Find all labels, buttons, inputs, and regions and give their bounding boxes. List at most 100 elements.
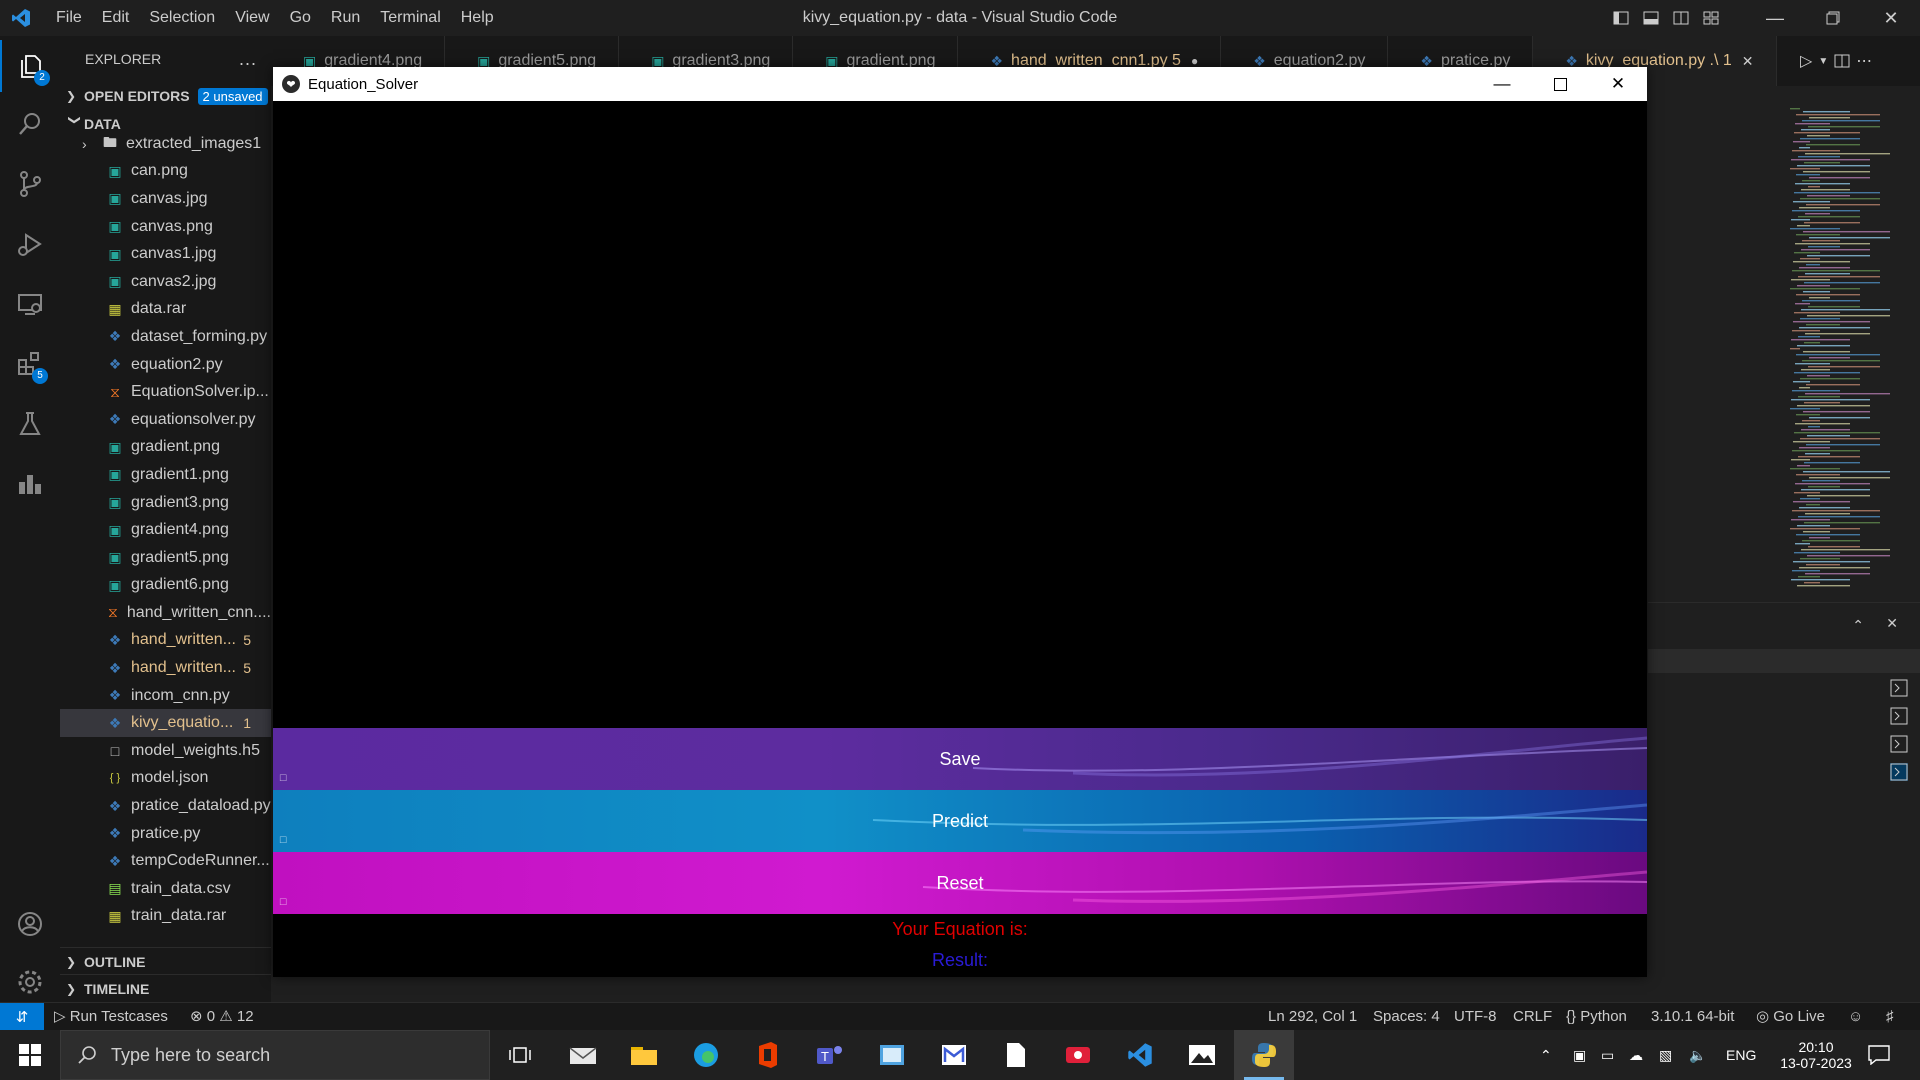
gmail-app-icon[interactable] xyxy=(924,1030,984,1080)
explorer-icon[interactable]: 2 xyxy=(0,40,60,92)
open-editors-section[interactable]: ❯ OPEN EDITORS 2 unsaved xyxy=(60,82,271,110)
python-interpreter[interactable]: 3.10.1 64-bit xyxy=(1651,1003,1734,1030)
file-item[interactable]: ⧖ hand_written_cnn.... xyxy=(60,599,271,627)
menu-item-view[interactable]: View xyxy=(225,0,279,36)
file-item[interactable]: ❖ equation2.py xyxy=(60,351,271,379)
file-item[interactable]: ▣ gradient1.png xyxy=(60,461,271,489)
menu-item-go[interactable]: Go xyxy=(280,0,321,36)
reset-button[interactable]: Reset ☐ xyxy=(273,852,1647,914)
mail-icon[interactable] xyxy=(553,1030,613,1080)
account-icon[interactable] xyxy=(0,898,60,950)
file-item[interactable]: { } model.json xyxy=(60,765,271,793)
search-icon[interactable] xyxy=(0,98,60,150)
tray-app-icon[interactable]: ▣ xyxy=(1573,1030,1586,1080)
terminal-icon[interactable] xyxy=(1890,707,1908,725)
toggle-secondary-sidebar-icon[interactable] xyxy=(1666,0,1696,36)
screen-recorder-icon[interactable] xyxy=(1048,1030,1108,1080)
file-item[interactable]: ▣ gradient5.png xyxy=(60,544,271,572)
feedback-icon[interactable]: ☺ xyxy=(1848,1003,1863,1030)
split-editor-icon[interactable] xyxy=(1834,53,1850,69)
charts-icon[interactable] xyxy=(0,458,60,510)
file-item[interactable]: ▣ gradient4.png xyxy=(60,516,271,544)
source-control-icon[interactable] xyxy=(0,158,60,210)
minimize-icon[interactable]: — xyxy=(1746,0,1804,36)
photos-app-icon[interactable] xyxy=(862,1030,922,1080)
customize-layout-icon[interactable] xyxy=(1696,0,1726,36)
remote-explorer-icon[interactable] xyxy=(0,278,60,330)
cursor-position[interactable]: Ln 292, Col 1 xyxy=(1268,1003,1357,1030)
remote-indicator-icon[interactable]: ⇵ xyxy=(0,1003,44,1030)
run-dropdown-icon[interactable]: ▼ xyxy=(1818,56,1828,67)
menu-item-run[interactable]: Run xyxy=(321,0,370,36)
file-item[interactable]: ❖ pratice.py xyxy=(60,820,271,848)
run-file-icon[interactable]: ▷ xyxy=(1800,51,1812,71)
show-hidden-icons-icon[interactable]: ⌃ xyxy=(1540,1030,1552,1080)
notification-center-icon[interactable] xyxy=(1868,1030,1890,1080)
notifications-bell-icon[interactable]: ♯ xyxy=(1886,1003,1894,1030)
timeline-section[interactable]: ❯ TIMELINE xyxy=(60,974,271,1002)
file-item[interactable]: ⧖ EquationSolver.ip... xyxy=(60,378,271,406)
terminal-icon[interactable] xyxy=(1890,763,1908,781)
end-of-line[interactable]: CRLF xyxy=(1513,1003,1552,1030)
file-explorer-icon[interactable] xyxy=(614,1030,674,1080)
file-item[interactable]: ❖ tempCodeRunner... xyxy=(60,847,271,875)
outline-section[interactable]: ❯ OUTLINE xyxy=(60,947,271,975)
extensions-icon[interactable]: 5 xyxy=(0,338,60,390)
task-view-icon[interactable] xyxy=(490,1030,550,1080)
edge-browser-icon[interactable] xyxy=(676,1030,736,1080)
toggle-sidebar-icon[interactable] xyxy=(1606,0,1636,36)
file-item[interactable]: ▣ canvas.png xyxy=(60,213,271,241)
file-item[interactable]: ▣ canvas2.jpg xyxy=(60,268,271,296)
app-close-icon[interactable]: ✕ xyxy=(1589,67,1647,101)
menu-item-edit[interactable]: Edit xyxy=(92,0,140,36)
file-item[interactable]: ▣ canvas1.jpg xyxy=(60,240,271,268)
file-item[interactable]: ❖ kivy_equatio... 1 xyxy=(60,709,271,738)
file-item[interactable]: ▣ gradient.png xyxy=(60,434,271,462)
settings-gear-icon[interactable] xyxy=(0,956,60,1008)
menu-item-terminal[interactable]: Terminal xyxy=(370,0,450,36)
file-item[interactable]: ❖ hand_written... 5 xyxy=(60,654,271,682)
onedrive-cloud-icon[interactable]: ☁ xyxy=(1629,1030,1643,1080)
file-item[interactable]: ▣ gradient6.png xyxy=(60,572,271,600)
app-minimize-icon[interactable]: — xyxy=(1473,67,1531,101)
display-icon[interactable]: ▭ xyxy=(1601,1030,1614,1080)
testing-icon[interactable] xyxy=(0,398,60,450)
close-icon[interactable]: ✕ xyxy=(1862,0,1920,36)
go-live-item[interactable]: ◎ Go Live xyxy=(1756,1003,1825,1030)
save-button[interactable]: Save ☐ xyxy=(273,728,1647,790)
restore-icon[interactable] xyxy=(1804,0,1862,36)
terminal-icon[interactable] xyxy=(1890,735,1908,753)
file-item[interactable]: › 🖿 extracted_images1 xyxy=(60,130,271,158)
menu-item-selection[interactable]: Selection xyxy=(139,0,225,36)
file-item[interactable]: ▦ train_data.rar xyxy=(60,903,271,931)
toggle-panel-icon[interactable] xyxy=(1636,0,1666,36)
terminal-icon[interactable] xyxy=(1890,679,1908,697)
explorer-more-icon[interactable]: ... xyxy=(239,49,257,70)
teams-icon[interactable]: T xyxy=(800,1030,860,1080)
close-panel-icon[interactable]: ✕ xyxy=(1886,615,1898,632)
menu-item-file[interactable]: File xyxy=(46,0,92,36)
language-mode[interactable]: {} Python xyxy=(1566,1003,1627,1030)
file-item[interactable]: ❖ dataset_forming.py xyxy=(60,323,271,351)
app-maximize-icon[interactable] xyxy=(1531,67,1589,101)
file-item[interactable]: □ model_weights.h5 xyxy=(60,737,271,765)
more-actions-icon[interactable]: ⋯ xyxy=(1856,51,1872,71)
indentation[interactable]: Spaces: 4 xyxy=(1373,1003,1440,1030)
windows-start-icon[interactable] xyxy=(0,1030,60,1080)
vscode-taskbar-icon[interactable] xyxy=(1110,1030,1170,1080)
file-item[interactable]: ▣ canvas.jpg xyxy=(60,185,271,213)
file-item[interactable]: ❖ hand_written... 5 xyxy=(60,627,271,655)
file-item[interactable]: ▣ gradient3.png xyxy=(60,489,271,517)
python-taskbar-icon[interactable] xyxy=(1234,1030,1294,1080)
taskbar-search-box[interactable]: Type here to search xyxy=(60,1030,490,1080)
clock[interactable]: 20:10 13-07-2023 xyxy=(1776,1030,1856,1080)
image-viewer-icon[interactable] xyxy=(1172,1030,1232,1080)
document-icon[interactable] xyxy=(986,1030,1046,1080)
problems-item[interactable]: ⊗ 0 ⚠ 12 xyxy=(190,1003,254,1030)
file-item[interactable]: ▤ train_data.csv xyxy=(60,875,271,903)
close-tab-icon[interactable]: ✕ xyxy=(1742,53,1754,70)
office-icon[interactable] xyxy=(738,1030,798,1080)
battery-icon[interactable]: ▧ xyxy=(1659,1030,1672,1080)
predict-button[interactable]: Predict ☐ xyxy=(273,790,1647,852)
file-item[interactable]: ❖ incom_cnn.py xyxy=(60,682,271,710)
